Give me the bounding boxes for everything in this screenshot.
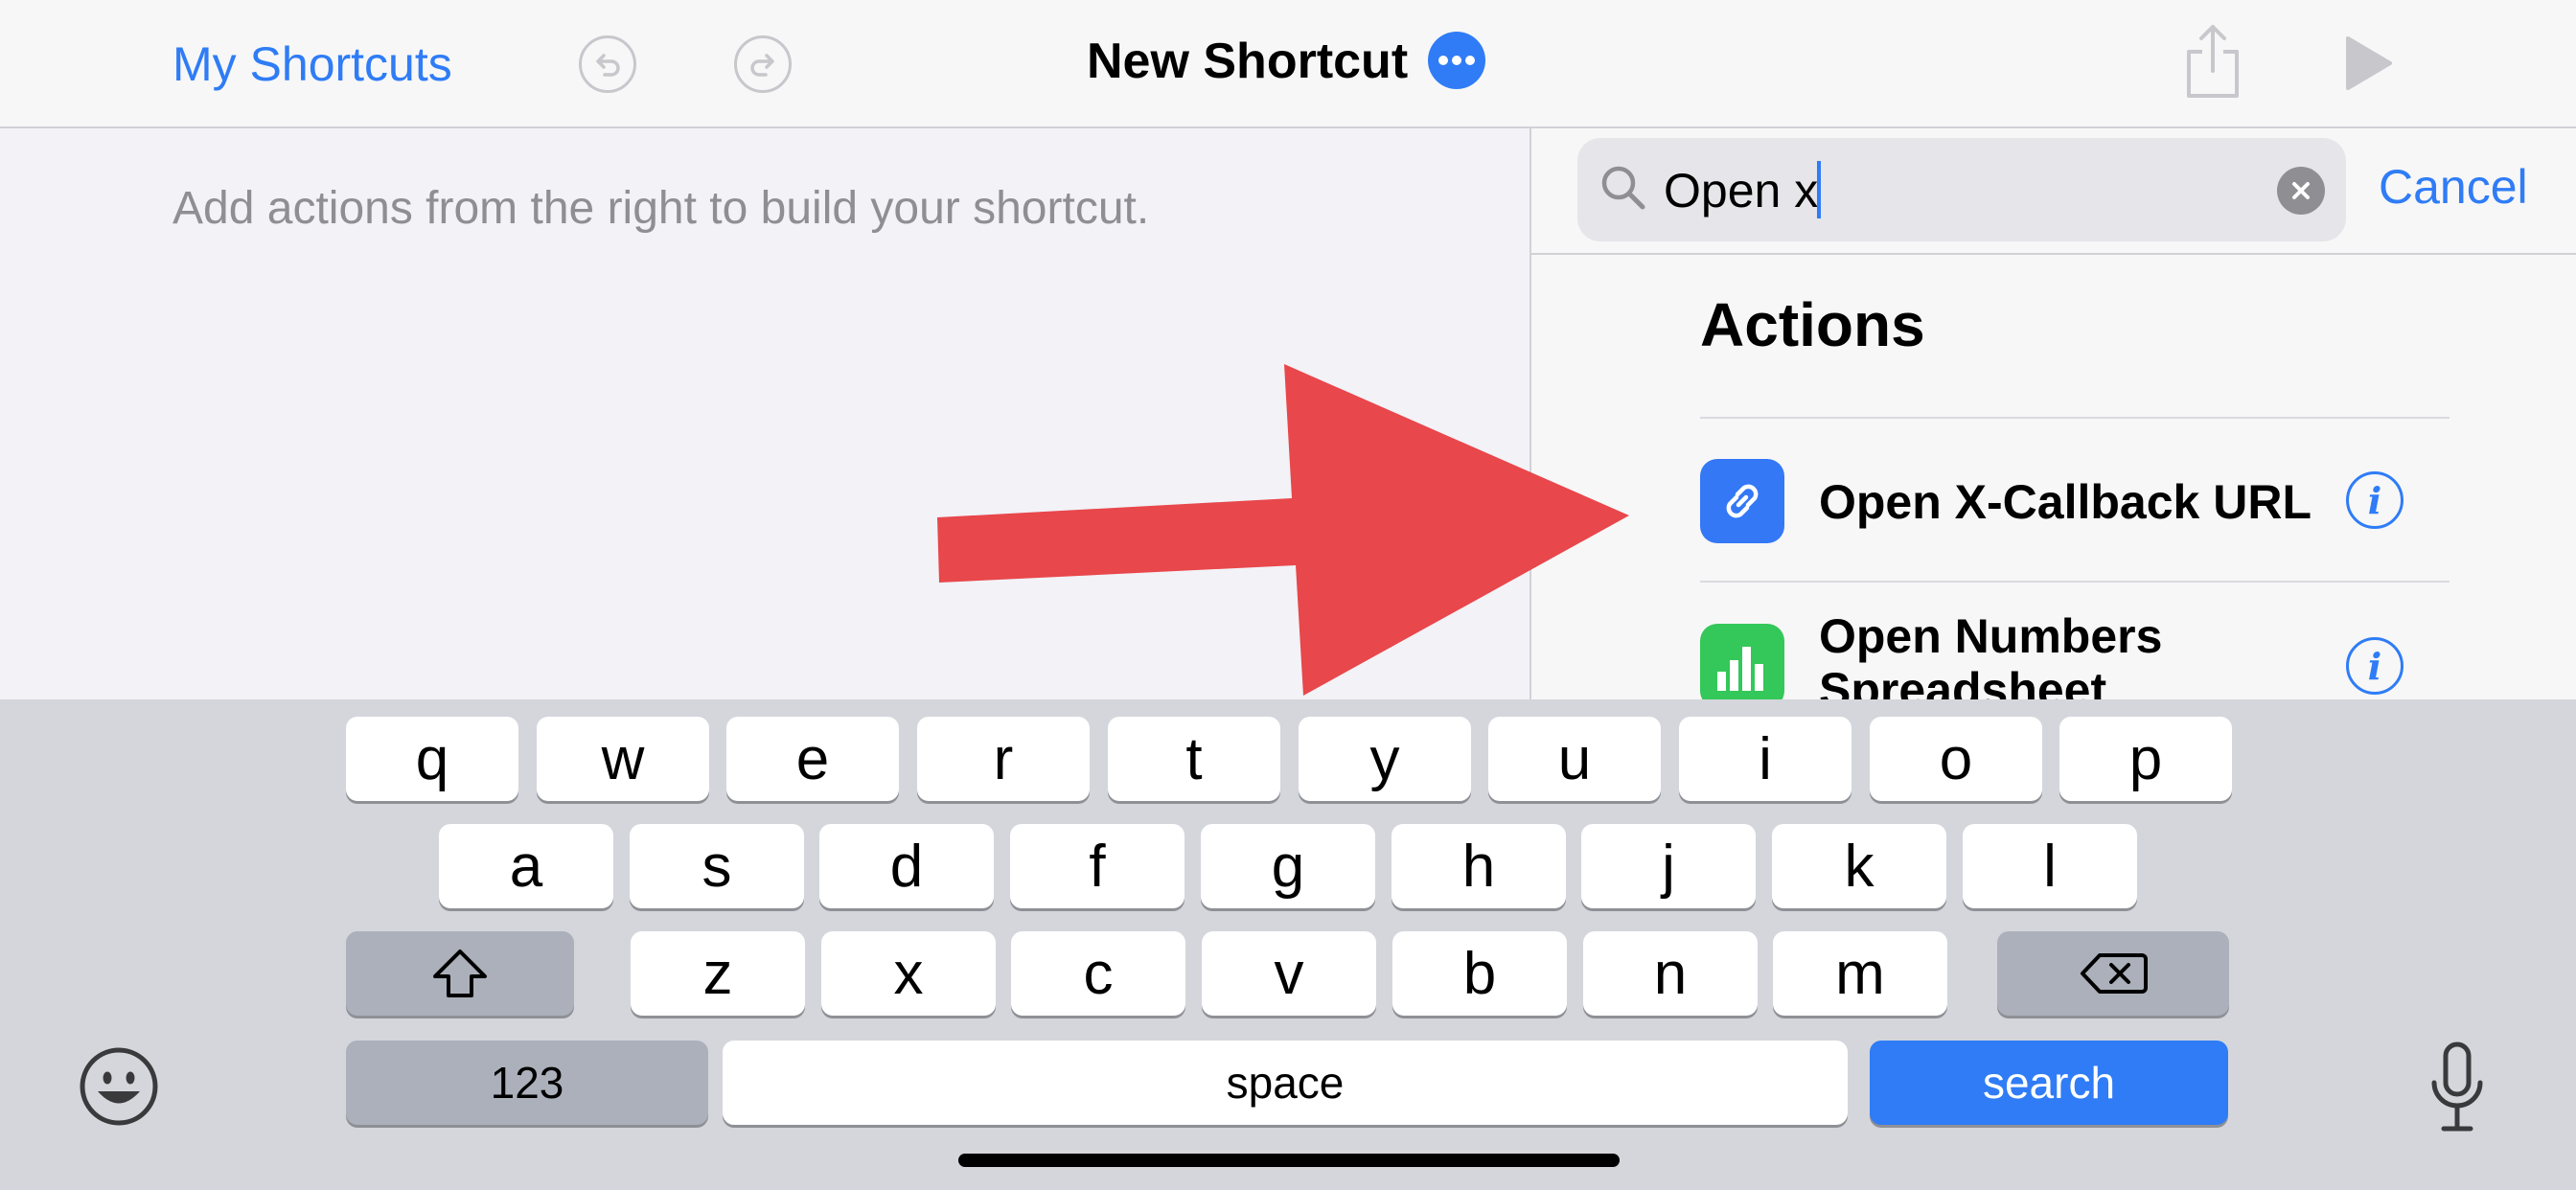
key-l[interactable]: l — [1963, 824, 2137, 908]
ellipsis-icon — [1438, 56, 1475, 65]
info-icon: i — [2367, 478, 2382, 522]
backspace-icon — [2081, 953, 2148, 994]
numbers-key[interactable]: 123 — [346, 1041, 708, 1125]
numbers-app-icon — [1717, 647, 1763, 691]
key-i[interactable]: i — [1679, 717, 1852, 801]
key-k[interactable]: k — [1772, 824, 1946, 908]
space-key[interactable]: space — [723, 1041, 1848, 1125]
search-key[interactable]: search — [1870, 1041, 2228, 1125]
clear-x-icon — [2292, 182, 2310, 199]
search-input[interactable]: Open x — [1664, 163, 1818, 218]
arrow-shape — [937, 364, 1629, 696]
text-cursor — [1817, 161, 1821, 218]
red-arrow-annotation — [937, 364, 1629, 696]
my-shortcuts-button[interactable]: My Shortcuts — [172, 36, 452, 92]
undo-button[interactable] — [579, 35, 636, 93]
action-label: Open X-Callback URL — [1819, 475, 2312, 529]
info-button[interactable]: i — [2346, 471, 2404, 529]
divider — [1700, 581, 2450, 583]
divider — [1530, 253, 2576, 255]
key-f[interactable]: f — [1010, 824, 1184, 908]
key-h[interactable]: h — [1392, 824, 1566, 908]
action-label: Open Numbers Spreadsheet — [1819, 609, 2163, 699]
info-button[interactable]: i — [2346, 637, 2404, 695]
cancel-button[interactable]: Cancel — [2379, 159, 2528, 215]
share-icon — [2187, 25, 2239, 98]
emoji-face-icon — [80, 1047, 158, 1126]
key-y[interactable]: y — [1299, 717, 1471, 801]
key-b[interactable]: b — [1392, 931, 1567, 1016]
home-indicator[interactable] — [958, 1154, 1620, 1167]
dictation-key[interactable] — [2426, 1041, 2488, 1139]
link-icon — [1726, 484, 1759, 518]
key-e[interactable]: e — [726, 717, 899, 801]
section-heading: Actions — [1700, 290, 1925, 359]
key-z[interactable]: z — [631, 931, 805, 1016]
key-s[interactable]: s — [630, 824, 804, 908]
key-t[interactable]: t — [1108, 717, 1280, 801]
key-c[interactable]: c — [1011, 931, 1185, 1016]
key-v[interactable]: v — [1202, 931, 1376, 1016]
undo-icon — [596, 54, 620, 77]
microphone-icon — [2431, 1041, 2483, 1132]
key-u[interactable]: u — [1488, 717, 1661, 801]
search-icon — [1601, 166, 1645, 210]
action-result-open-numbers-spreadsheet[interactable]: Open Numbers Spreadsheet i — [1700, 584, 2450, 699]
shift-key[interactable] — [346, 931, 574, 1016]
key-r[interactable]: r — [917, 717, 1090, 801]
redo-icon — [750, 54, 774, 77]
shortcut-details-button[interactable] — [1428, 32, 1485, 89]
key-q[interactable]: q — [346, 717, 518, 801]
key-o[interactable]: o — [1870, 717, 2042, 801]
key-a[interactable]: a — [439, 824, 613, 908]
key-p[interactable]: p — [2059, 717, 2232, 801]
action-icon-tile — [1700, 459, 1784, 543]
editor-hint-text: Add actions from the right to build your… — [172, 183, 1150, 234]
redo-button[interactable] — [734, 35, 792, 93]
shift-arrow-icon — [433, 950, 487, 997]
key-g[interactable]: g — [1201, 824, 1375, 908]
key-x[interactable]: x — [821, 931, 996, 1016]
action-icon-tile — [1700, 624, 1784, 699]
key-j[interactable]: j — [1581, 824, 1756, 908]
emoji-key[interactable] — [79, 1046, 159, 1132]
share-button[interactable] — [2183, 23, 2242, 104]
divider — [1700, 417, 2450, 419]
key-m[interactable]: m — [1773, 931, 1947, 1016]
key-n[interactable]: n — [1583, 931, 1758, 1016]
clear-search-button[interactable] — [2277, 167, 2325, 215]
key-d[interactable]: d — [819, 824, 994, 908]
software-keyboard: qwertyuiop asdfghjkl zxcvbnm 123 space s… — [0, 699, 2576, 1190]
key-w[interactable]: w — [537, 717, 709, 801]
play-icon — [2346, 36, 2392, 90]
page-title: New Shortcut — [1087, 34, 1409, 89]
run-button[interactable] — [2344, 34, 2394, 97]
info-icon: i — [2367, 644, 2382, 688]
delete-key[interactable] — [1997, 931, 2229, 1016]
